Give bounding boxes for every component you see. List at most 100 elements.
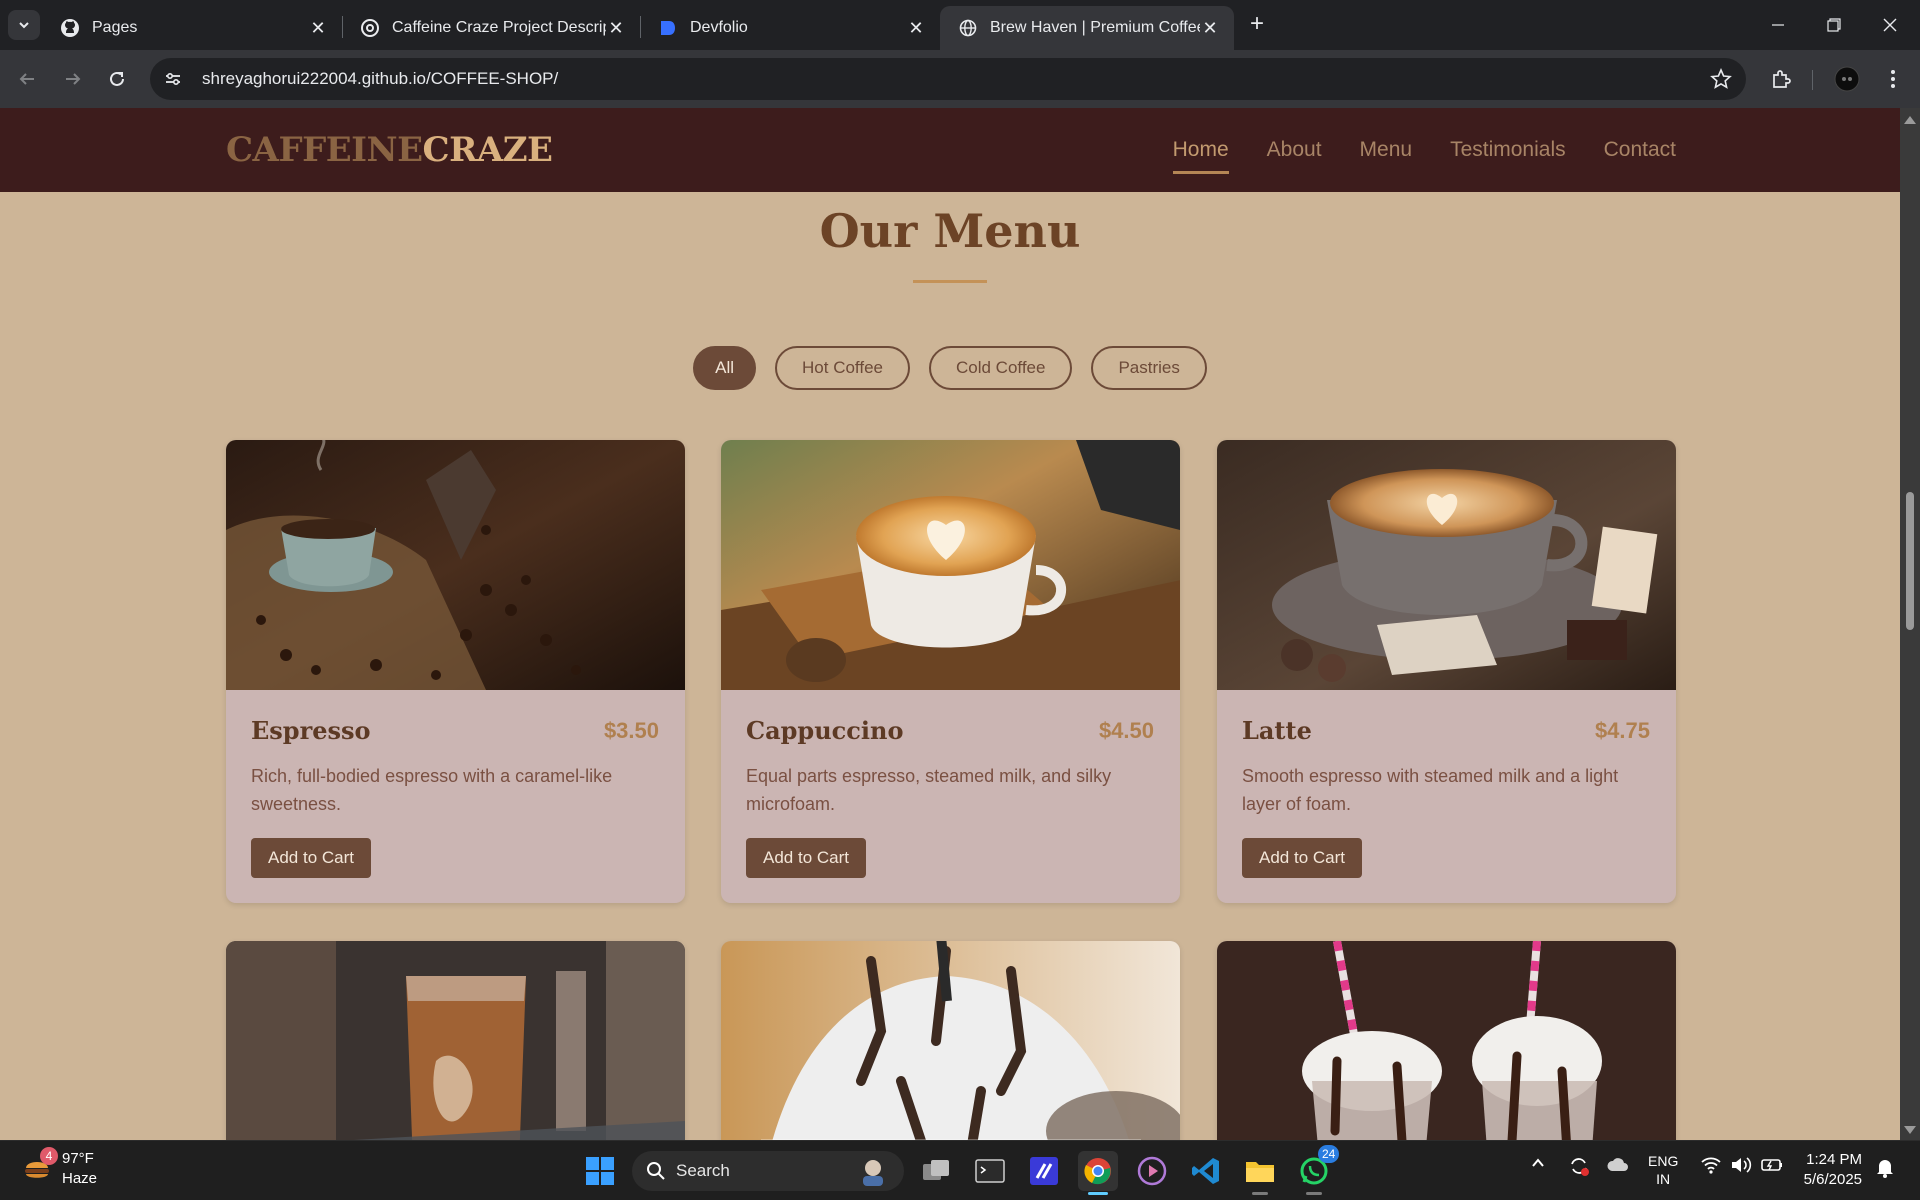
item-description: Rich, full-bodied espresso with a carame… [251, 766, 613, 814]
milkshake-photo [1217, 941, 1676, 1140]
language-indicator[interactable]: ENG IN [1648, 1152, 1678, 1188]
filter-hot-coffee[interactable]: Hot Coffee [775, 346, 910, 390]
devfolio-icon [658, 18, 678, 38]
whatsapp-app[interactable]: 24 [1294, 1145, 1340, 1195]
notifications-button[interactable] [1874, 1157, 1896, 1182]
forward-arrow-icon [66, 73, 81, 85]
item-description: Equal parts espresso, steamed milk, and … [746, 766, 1112, 814]
tab-pages[interactable]: Pages ✕ [42, 6, 342, 50]
scroll-up-arrow[interactable] [1904, 116, 1916, 124]
latte-photo [1217, 440, 1676, 690]
notification-bell-icon [1877, 1160, 1893, 1178]
add-to-cart-button[interactable]: Add to Cart [746, 838, 866, 878]
search-icon [647, 1162, 665, 1180]
logo-part-caffeine: CAFFEINE [226, 130, 423, 170]
nav-menu[interactable]: Menu [1360, 138, 1413, 162]
nav-home[interactable]: Home [1172, 138, 1229, 174]
battery-icon [1761, 1159, 1782, 1171]
wifi-icon [1701, 1157, 1721, 1174]
item-name: Latte [1242, 716, 1312, 745]
volume-tray-icon[interactable] [1730, 1155, 1752, 1178]
show-hidden-icons[interactable] [1530, 1155, 1546, 1174]
weather-widget[interactable]: 4 97°F Haze [22, 1147, 98, 1189]
weather-badge: 4 [40, 1147, 58, 1165]
cloud-icon [1607, 1158, 1628, 1171]
url-text: shreyaghorui222004.github.io/COFFEE-SHOP… [202, 69, 559, 88]
file-explorer-app[interactable] [1240, 1151, 1280, 1195]
nav-testimonials[interactable]: Testimonials [1450, 138, 1566, 162]
site-logo[interactable]: CAFFEINECRAZE [226, 130, 553, 170]
page-scrollbar[interactable] [1900, 108, 1920, 1140]
item-price: $4.50 [1098, 718, 1154, 743]
profile-button[interactable] [1832, 64, 1862, 94]
minimize-icon [1772, 24, 1784, 26]
avatar [1834, 66, 1860, 92]
item-description: Smooth espresso with steamed milk and a … [1242, 766, 1619, 814]
search-label: Search [676, 1161, 730, 1180]
visual-studio-app[interactable] [1024, 1151, 1064, 1191]
restore-button[interactable] [1814, 10, 1854, 40]
tab-brew-haven[interactable]: Brew Haven | Premium Coffee E ✕ [940, 6, 1234, 50]
chrome-app[interactable] [1078, 1151, 1118, 1195]
bookmark-star-icon[interactable] [1710, 68, 1732, 90]
active-indicator [1088, 1192, 1108, 1195]
sync-tray-icon[interactable] [1568, 1155, 1590, 1180]
close-window-button[interactable] [1870, 10, 1910, 40]
clock-date: 5/6/2025 [1803, 1171, 1862, 1188]
nav-contact[interactable]: Contact [1604, 138, 1676, 162]
start-button[interactable] [580, 1151, 620, 1191]
weather-desc: Haze [62, 1170, 98, 1187]
menu-card-milkshake [1217, 941, 1676, 1140]
add-to-cart-button[interactable]: Add to Cart [251, 838, 371, 878]
battery-tray-icon[interactable] [1760, 1155, 1784, 1178]
forward-button[interactable] [58, 64, 88, 94]
onedrive-tray-icon[interactable] [1606, 1155, 1630, 1178]
close-tab-icon[interactable]: ✕ [906, 18, 926, 38]
item-price: $4.75 [1594, 718, 1650, 743]
item-price: $3.50 [603, 718, 659, 743]
scroll-down-arrow[interactable] [1904, 1126, 1916, 1134]
tab-title: Devfolio [690, 19, 748, 36]
filter-all[interactable]: All [693, 346, 757, 390]
tab-devfolio[interactable]: Devfolio ✕ [640, 6, 940, 50]
taskbar-search[interactable]: Search [632, 1151, 904, 1191]
scrollbar-thumb[interactable] [1906, 492, 1914, 630]
close-tab-icon[interactable]: ✕ [308, 18, 328, 38]
task-view-button[interactable] [916, 1151, 956, 1191]
wifi-tray-icon[interactable] [1700, 1155, 1722, 1178]
close-tab-icon[interactable]: ✕ [606, 18, 626, 38]
media-player-app[interactable] [1132, 1151, 1172, 1191]
new-tab-button[interactable]: + [1244, 12, 1270, 38]
terminal-app[interactable] [970, 1151, 1010, 1191]
vscode-icon [1192, 1158, 1219, 1184]
add-to-cart-button[interactable]: Add to Cart [1242, 838, 1362, 878]
filter-pastries[interactable]: Pastries [1091, 346, 1207, 390]
reload-button[interactable] [102, 64, 132, 94]
browser-menu-button[interactable] [1878, 64, 1908, 94]
running-indicator [1252, 1192, 1268, 1195]
back-button[interactable] [12, 64, 42, 94]
search-highlight-icon [863, 1160, 883, 1186]
close-tab-icon[interactable]: ✕ [1200, 18, 1220, 38]
site-info-icon[interactable] [158, 64, 188, 94]
site-header: CAFFEINECRAZE Home About Menu Testimonia… [0, 108, 1900, 192]
main-nav: Home About Menu Testimonials Contact [1172, 138, 1676, 174]
minimize-button[interactable] [1758, 10, 1798, 40]
extensions-button[interactable] [1766, 64, 1796, 94]
vscode-app[interactable] [1186, 1151, 1226, 1191]
close-icon [1883, 18, 1897, 32]
chatgpt-icon [360, 18, 380, 38]
clock[interactable]: 1:24 PM 5/6/2025 [1804, 1150, 1862, 1190]
filter-cold-coffee[interactable]: Cold Coffee [928, 346, 1073, 390]
back-arrow-icon [19, 73, 34, 85]
tab-caffeine-craze[interactable]: Caffeine Craze Project Descripti ✕ [342, 6, 640, 50]
tab-search-button[interactable] [8, 10, 40, 40]
nav-about[interactable]: About [1267, 138, 1322, 162]
tab-title: Pages [92, 19, 138, 36]
frappe-photo [721, 941, 1180, 1140]
menu-card-espresso: Espresso $3.50 Rich, full-bodied espress… [226, 440, 685, 903]
kebab-menu-icon [1891, 70, 1895, 88]
visual-studio-icon [1030, 1157, 1058, 1185]
region-code: IN [1656, 1171, 1671, 1187]
address-bar[interactable]: shreyaghorui222004.github.io/COFFEE-SHOP… [150, 58, 1746, 100]
